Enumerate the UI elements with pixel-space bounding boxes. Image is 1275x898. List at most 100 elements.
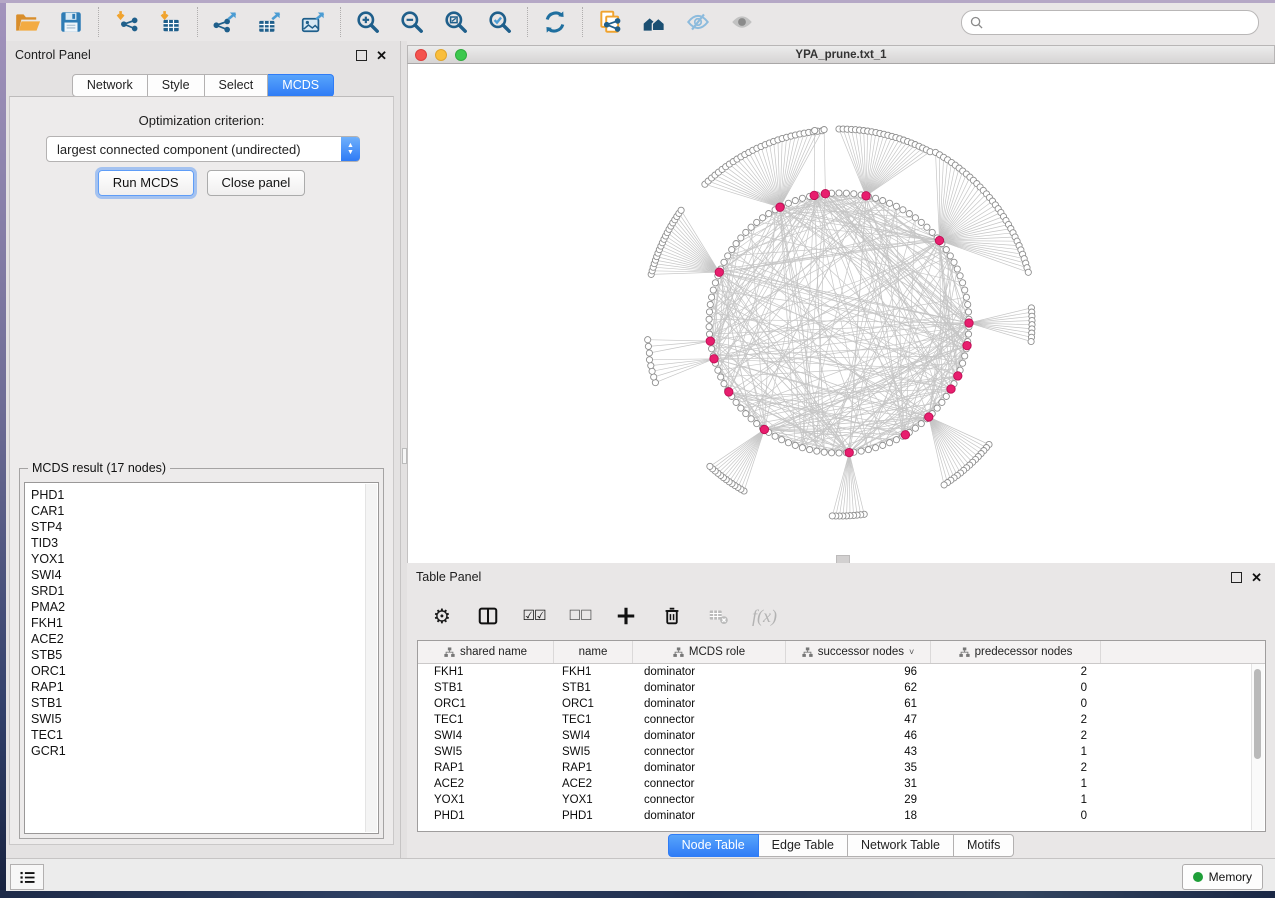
memory-button[interactable]: Memory xyxy=(1182,864,1263,890)
column-header-name[interactable]: name xyxy=(554,641,633,663)
mcds-result-item[interactable]: STP4 xyxy=(25,519,378,535)
zoom-out-icon[interactable] xyxy=(398,8,426,36)
mcds-result-item[interactable]: TID3 xyxy=(25,535,378,551)
network-node[interactable] xyxy=(709,294,715,300)
network-leaf-node[interactable] xyxy=(651,374,657,380)
network-node[interactable] xyxy=(743,411,749,417)
refresh-view-icon[interactable] xyxy=(541,8,569,36)
mcds-hub-node[interactable] xyxy=(710,355,718,363)
network-leaf-node[interactable] xyxy=(648,363,654,369)
search-box[interactable] xyxy=(961,10,1259,35)
network-node[interactable] xyxy=(887,440,893,446)
network-node[interactable] xyxy=(779,437,785,443)
network-node[interactable] xyxy=(748,416,754,422)
network-node[interactable] xyxy=(918,421,924,427)
mcds-hub-node[interactable] xyxy=(776,203,784,211)
network-node[interactable] xyxy=(715,367,721,373)
network-node[interactable] xyxy=(960,360,966,366)
mcds-result-item[interactable]: YOX1 xyxy=(25,551,378,567)
mcds-result-item[interactable]: SWI5 xyxy=(25,711,378,727)
first-neighbors-icon[interactable] xyxy=(640,8,668,36)
network-node[interactable] xyxy=(858,448,864,454)
network-leaf-node[interactable] xyxy=(821,127,827,133)
network-node[interactable] xyxy=(893,203,899,209)
zoom-selected-icon[interactable] xyxy=(486,8,514,36)
network-window-titlebar[interactable]: YPA_prune.txt_1 xyxy=(407,45,1275,64)
network-node[interactable] xyxy=(706,309,712,315)
network-node[interactable] xyxy=(733,241,739,247)
network-node[interactable] xyxy=(865,447,871,453)
column-header-shared-name[interactable]: shared name xyxy=(418,641,554,663)
network-canvas[interactable] xyxy=(407,64,1275,563)
mcds-hub-node[interactable] xyxy=(821,190,829,198)
mcds-hub-node[interactable] xyxy=(901,431,909,439)
network-leaf-node[interactable] xyxy=(1025,269,1031,275)
network-leaf-node[interactable] xyxy=(812,127,818,133)
network-node[interactable] xyxy=(738,405,744,411)
mcds-result-item[interactable]: PMA2 xyxy=(25,599,378,615)
node-table-scrollbar[interactable] xyxy=(1251,664,1264,830)
tab-mcds[interactable]: MCDS xyxy=(268,74,334,97)
select-all-icon[interactable]: ☑☑ xyxy=(522,603,546,629)
panel-list-button[interactable] xyxy=(10,864,44,890)
table-row[interactable]: RAP1RAP1dominator352 xyxy=(418,760,1265,776)
mcds-hub-node[interactable] xyxy=(963,341,971,349)
network-node[interactable] xyxy=(829,450,835,456)
mcds-result-item[interactable]: PHD1 xyxy=(25,487,378,503)
network-node[interactable] xyxy=(929,229,935,235)
mcds-hub-node[interactable] xyxy=(810,191,818,199)
table-row[interactable]: SWI5SWI5connector431 xyxy=(418,744,1265,760)
network-node[interactable] xyxy=(900,207,906,213)
network-node[interactable] xyxy=(836,190,842,196)
network-node[interactable] xyxy=(951,259,957,265)
mcds-result-item[interactable]: STB5 xyxy=(25,647,378,663)
export-network-icon[interactable] xyxy=(211,8,239,36)
network-node[interactable] xyxy=(965,309,971,315)
network-node[interactable] xyxy=(710,287,716,293)
network-node[interactable] xyxy=(799,445,805,451)
scrollbar-thumb[interactable] xyxy=(1254,669,1261,759)
mcds-result-item[interactable]: TEC1 xyxy=(25,727,378,743)
column-header-MCDS-role[interactable]: MCDS role xyxy=(633,641,786,663)
close-panel-icon[interactable]: ✕ xyxy=(376,51,387,60)
table-row[interactable]: YOX1YOX1connector291 xyxy=(418,792,1265,808)
network-node[interactable] xyxy=(963,294,969,300)
network-node[interactable] xyxy=(766,211,772,217)
zoom-in-icon[interactable] xyxy=(354,8,382,36)
network-node[interactable] xyxy=(754,219,760,225)
network-node[interactable] xyxy=(725,253,731,259)
mcds-result-item[interactable]: SRD1 xyxy=(25,583,378,599)
float-panel-icon[interactable] xyxy=(356,50,367,61)
table-row[interactable]: ORC1ORC1dominator610 xyxy=(418,696,1265,712)
mcds-hub-node[interactable] xyxy=(715,268,723,276)
tab-node-table[interactable]: Node Table xyxy=(668,834,759,857)
deselect-all-icon[interactable]: ☐☐ xyxy=(568,603,592,629)
duplicate-network-icon[interactable] xyxy=(596,8,624,36)
table-row[interactable]: STB1STB1dominator620 xyxy=(418,680,1265,696)
network-node[interactable] xyxy=(792,198,798,204)
column-header-predecessor-nodes[interactable]: predecessor nodes xyxy=(931,641,1101,663)
network-node[interactable] xyxy=(912,215,918,221)
mcds-result-item[interactable]: FKH1 xyxy=(25,615,378,631)
network-node[interactable] xyxy=(729,247,735,253)
table-row[interactable]: TEC1TEC1connector472 xyxy=(418,712,1265,728)
network-node[interactable] xyxy=(721,381,727,387)
import-network-icon[interactable] xyxy=(112,8,140,36)
mcds-result-item[interactable]: ACE2 xyxy=(25,631,378,647)
network-node[interactable] xyxy=(706,331,712,337)
float-table-panel-icon[interactable] xyxy=(1231,572,1242,583)
zoom-fit-icon[interactable] xyxy=(442,8,470,36)
network-node[interactable] xyxy=(918,219,924,225)
network-leaf-node[interactable] xyxy=(941,482,947,488)
mcds-list-scrollbar[interactable] xyxy=(365,484,377,832)
network-node[interactable] xyxy=(943,247,949,253)
network-node[interactable] xyxy=(772,433,778,439)
node-table[interactable]: shared namenameMCDS rolesuccessor nodes˅… xyxy=(417,640,1266,832)
mcds-hub-node[interactable] xyxy=(760,425,768,433)
tab-select[interactable]: Select xyxy=(205,74,269,97)
network-node[interactable] xyxy=(851,191,857,197)
hide-selected-icon[interactable] xyxy=(684,8,712,36)
table-row[interactable]: FKH1FKH1dominator962 xyxy=(418,664,1265,680)
network-node[interactable] xyxy=(943,393,949,399)
close-table-panel-icon[interactable]: ✕ xyxy=(1251,573,1262,582)
